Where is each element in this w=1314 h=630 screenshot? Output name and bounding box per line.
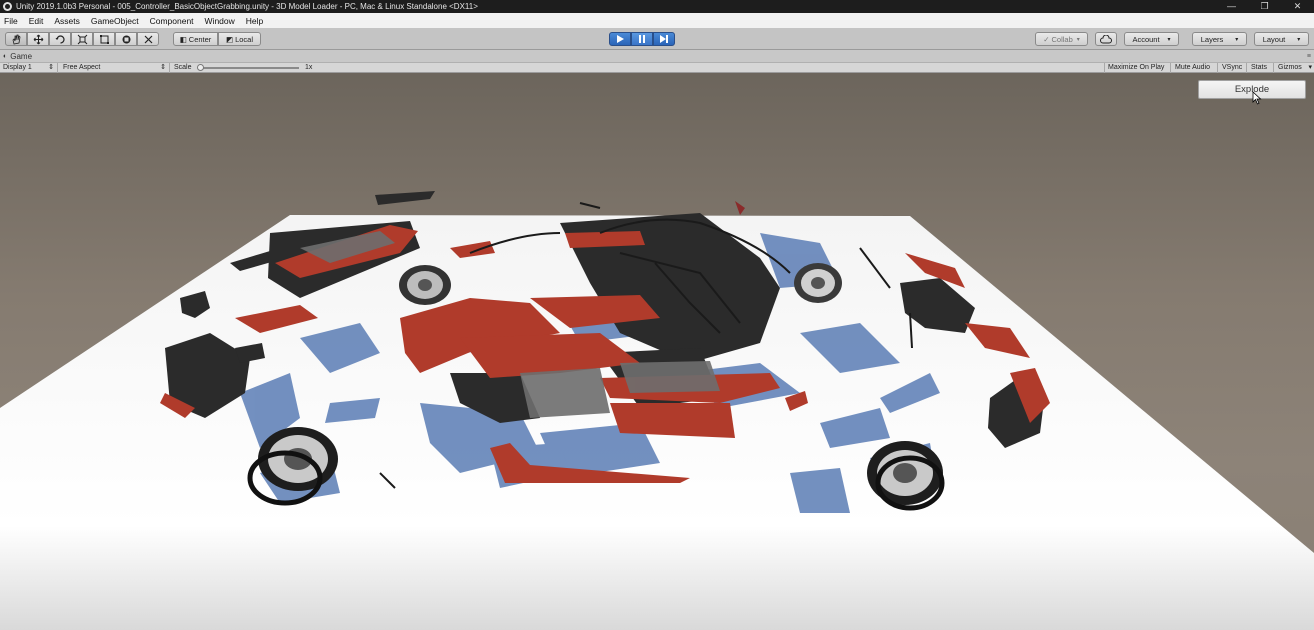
collab-dropdown[interactable]: ✓ Collab ▾ bbox=[1035, 32, 1088, 46]
pivot-label: Center bbox=[188, 34, 212, 44]
rotate-icon bbox=[55, 34, 65, 44]
menu-edit[interactable]: Edit bbox=[29, 16, 44, 26]
menu-assets[interactable]: Assets bbox=[54, 16, 80, 26]
scale-tool-button[interactable] bbox=[71, 32, 93, 46]
dropdown-arrows-icon: ⇕ bbox=[160, 64, 166, 71]
menu-gameobject[interactable]: GameObject bbox=[91, 16, 139, 26]
minimize-button[interactable]: — bbox=[1215, 0, 1248, 13]
game-tab-bar: ◐ Game ≡ bbox=[0, 50, 1314, 62]
aspect-label: Free Aspect bbox=[63, 64, 101, 71]
scale-control: Scale 1x bbox=[171, 63, 321, 73]
scale-value: 1x bbox=[305, 64, 313, 71]
chevron-down-icon: ▾ bbox=[1235, 36, 1239, 43]
scale-label: Scale bbox=[174, 64, 192, 71]
small-red-part bbox=[735, 201, 745, 215]
window-title: Unity 2019.1.0b3 Personal - 005_Controll… bbox=[16, 2, 478, 11]
step-button[interactable] bbox=[653, 32, 675, 46]
mute-audio-toggle[interactable]: Mute Audio bbox=[1172, 63, 1218, 73]
layout-dropdown[interactable]: Layout ▾ bbox=[1254, 32, 1309, 46]
gizmos-dropdown[interactable]: Gizmos ▾ bbox=[1275, 63, 1314, 73]
hand-icon bbox=[12, 34, 20, 44]
pause-button[interactable] bbox=[631, 32, 653, 46]
game-tab-label: Game bbox=[10, 51, 33, 61]
play-icon bbox=[617, 35, 624, 43]
transform-tool-button[interactable] bbox=[115, 32, 137, 46]
rect-tool-button[interactable] bbox=[93, 32, 115, 46]
custom-tool-button[interactable] bbox=[137, 32, 159, 46]
vsync-label: VSync bbox=[1222, 64, 1243, 71]
local-icon: ◩ bbox=[225, 34, 234, 44]
transform-icon bbox=[122, 35, 130, 43]
cloud-icon bbox=[1100, 34, 1112, 43]
account-dropdown[interactable]: Account ▾ bbox=[1124, 32, 1179, 46]
account-label: Account bbox=[1132, 34, 1160, 44]
mute-label: Mute Audio bbox=[1175, 64, 1211, 71]
game-viewport[interactable]: Explode bbox=[0, 73, 1314, 630]
display-label: Display 1 bbox=[3, 64, 32, 71]
exploded-car-render bbox=[0, 191, 1314, 630]
gizmos-label: Gizmos bbox=[1278, 64, 1302, 71]
menu-help[interactable]: Help bbox=[246, 16, 263, 26]
hand-tool-button[interactable] bbox=[5, 32, 27, 46]
unity-logo-icon bbox=[3, 2, 12, 11]
display-dropdown[interactable]: Display 1 ⇕ bbox=[0, 63, 58, 73]
pivot-center-button[interactable]: ◧ Center bbox=[173, 32, 218, 46]
step-icon bbox=[660, 35, 668, 43]
collab-check-icon: ✓ bbox=[1043, 34, 1050, 44]
cursor-icon bbox=[1252, 91, 1262, 105]
rect-icon bbox=[99, 34, 109, 44]
game-view-controls: Display 1 ⇕ Free Aspect ⇕ Scale 1x Maxim… bbox=[0, 62, 1314, 73]
game-view-icon: ◐ bbox=[3, 52, 8, 60]
scale-slider[interactable] bbox=[199, 67, 299, 69]
maximize-on-play-toggle[interactable]: Maximize On Play bbox=[1104, 63, 1171, 73]
stats-label: Stats bbox=[1251, 64, 1267, 71]
wheel-rear-left bbox=[399, 265, 451, 305]
menu-window[interactable]: Window bbox=[205, 16, 235, 26]
chevron-down-icon: ▾ bbox=[1308, 64, 1312, 71]
wheel-rear-right bbox=[794, 263, 842, 303]
layers-label: Layers bbox=[1200, 34, 1224, 44]
custom-tools-icon bbox=[144, 35, 152, 43]
collab-label: Collab bbox=[1051, 34, 1073, 44]
pivot-local-button[interactable]: ◩ Local bbox=[218, 32, 261, 46]
aspect-dropdown[interactable]: Free Aspect ⇕ bbox=[60, 63, 170, 73]
stats-toggle[interactable]: Stats bbox=[1248, 63, 1274, 73]
window-titlebar: Unity 2019.1.0b3 Personal - 005_Controll… bbox=[0, 0, 1314, 13]
rotate-tool-button[interactable] bbox=[49, 32, 71, 46]
dropdown-arrows-icon: ⇕ bbox=[48, 64, 54, 71]
tab-game[interactable]: ◐ Game bbox=[3, 52, 32, 61]
play-button[interactable] bbox=[609, 32, 631, 46]
close-button[interactable]: ✕ bbox=[1281, 0, 1314, 13]
pivot-icon: ◧ bbox=[179, 34, 187, 44]
vsync-toggle[interactable]: VSync bbox=[1219, 63, 1247, 73]
restore-button[interactable]: ❐ bbox=[1248, 0, 1281, 13]
scale-slider-thumb[interactable] bbox=[197, 64, 204, 71]
menu-file[interactable]: File bbox=[4, 16, 18, 26]
move-icon bbox=[33, 34, 43, 44]
tab-menu-icon[interactable]: ≡ bbox=[1307, 53, 1311, 60]
menu-component[interactable]: Component bbox=[150, 16, 194, 26]
menu-bar: File Edit Assets GameObject Component Wi… bbox=[0, 13, 1314, 28]
layers-dropdown[interactable]: Layers ▾ bbox=[1192, 32, 1247, 46]
cloud-button[interactable] bbox=[1095, 32, 1117, 46]
chevron-down-icon: ▾ bbox=[1297, 36, 1301, 43]
pause-icon bbox=[639, 35, 645, 43]
chevron-down-icon: ▾ bbox=[1167, 36, 1171, 43]
layout-label: Layout bbox=[1262, 34, 1286, 44]
move-tool-button[interactable] bbox=[27, 32, 49, 46]
chevron-down-icon: ▾ bbox=[1076, 36, 1080, 43]
scale-icon bbox=[77, 34, 87, 44]
maximize-label: Maximize On Play bbox=[1108, 64, 1165, 71]
space-label: Local bbox=[235, 34, 254, 44]
window-controls: — ❐ ✕ bbox=[1215, 0, 1314, 13]
main-toolbar: ◧ Center ◩ Local ✓ Collab ▾ Account ▾ La… bbox=[0, 28, 1314, 50]
